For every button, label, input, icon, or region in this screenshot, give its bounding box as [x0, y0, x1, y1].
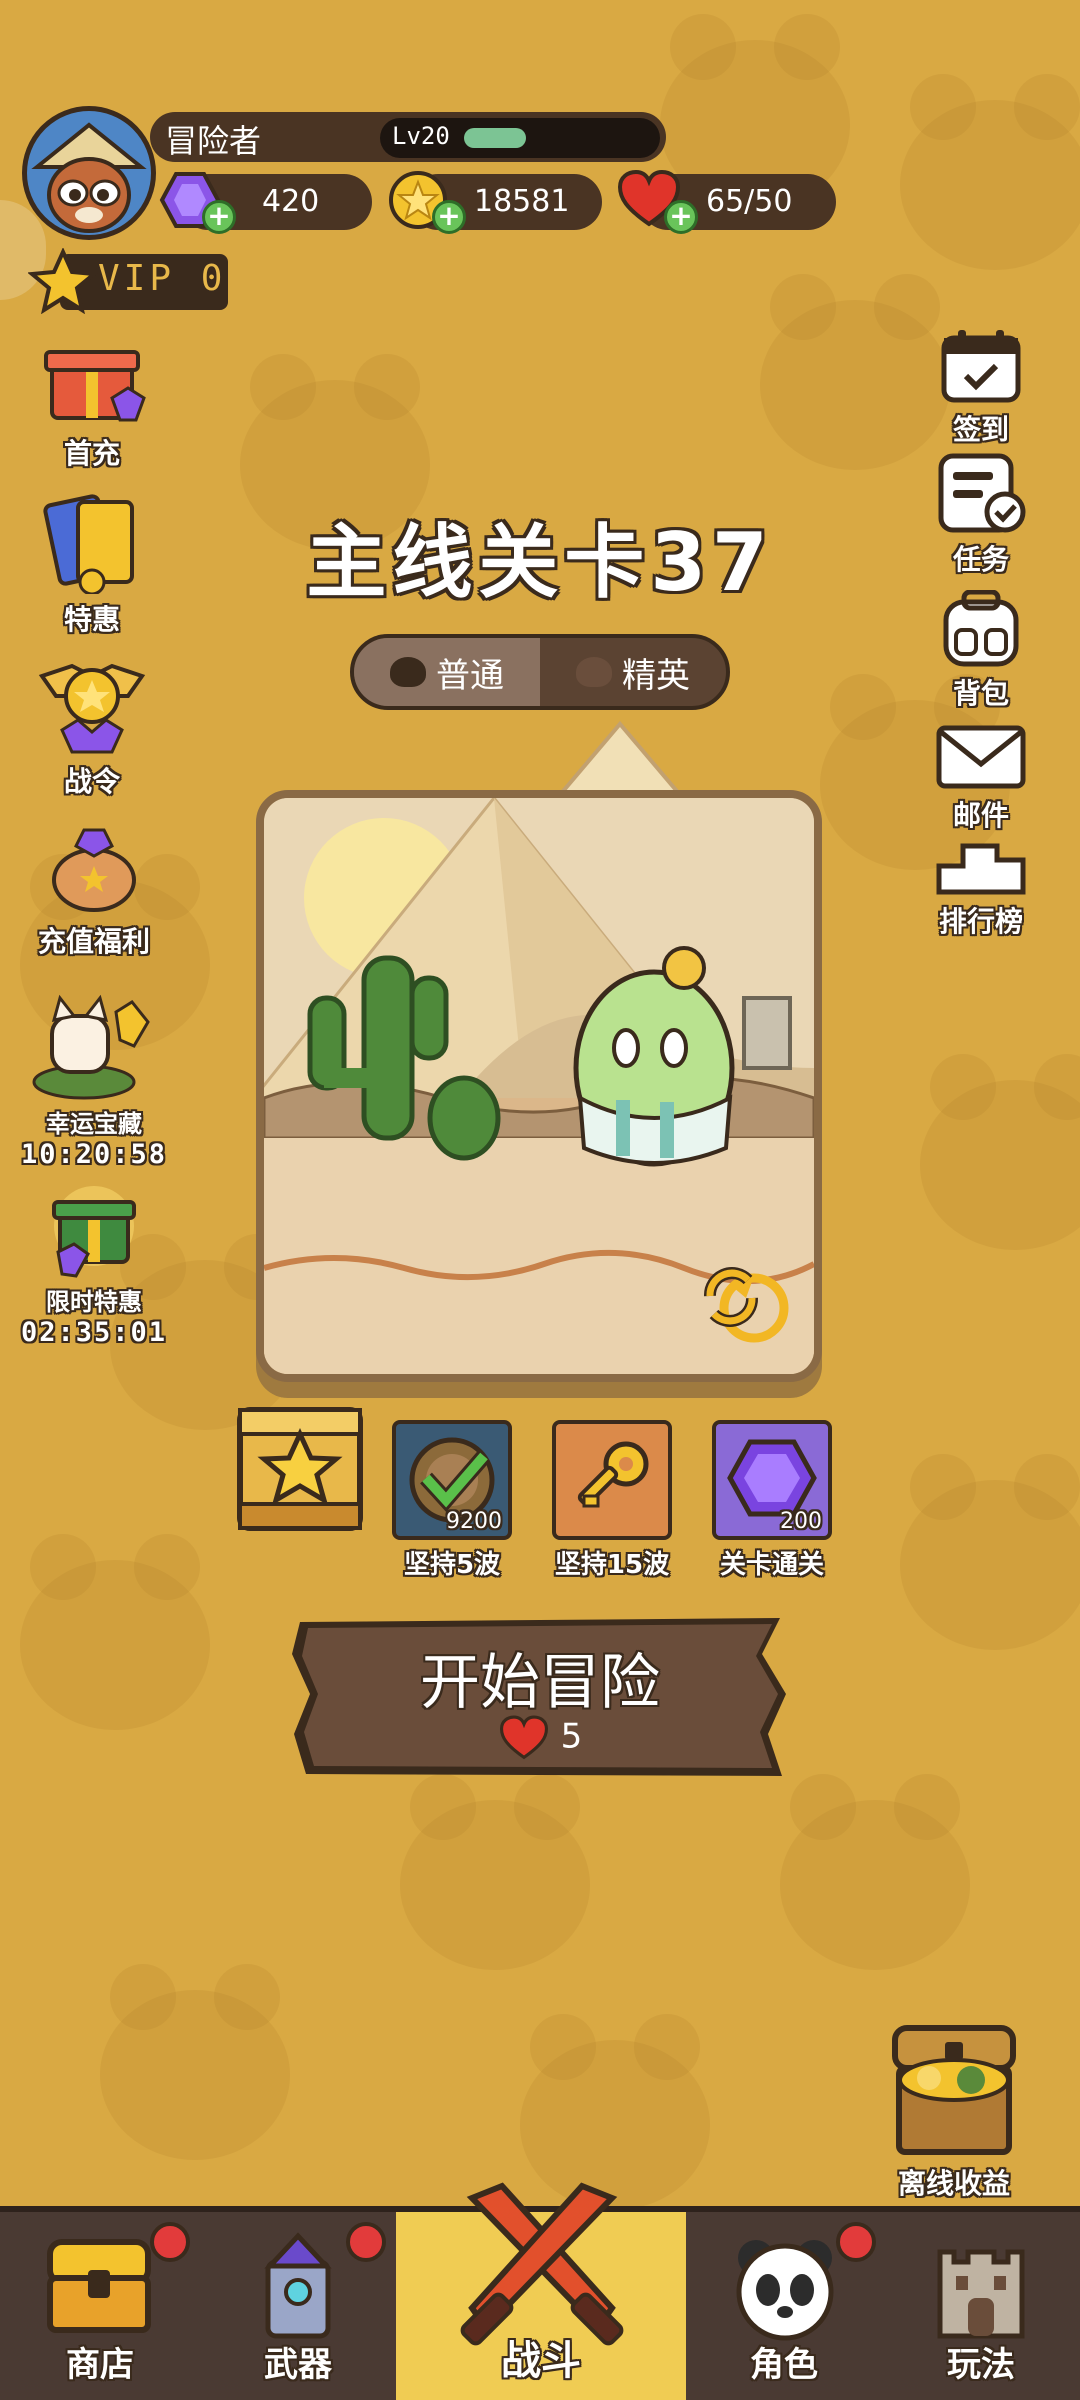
- gem-amount: 420: [262, 184, 320, 219]
- reward-clear-count: 200: [780, 1509, 822, 1534]
- treasure-chest-icon: [892, 2025, 1016, 2155]
- mode-normal-label: 普通: [436, 655, 504, 696]
- first-recharge-label: 首充: [63, 437, 120, 470]
- nav-shop-label: 商店: [66, 2345, 134, 2385]
- lucky-cat-icon: [32, 994, 150, 1100]
- panda-icon: [736, 2240, 834, 2341]
- nav-gameplay[interactable]: 玩法: [882, 2212, 1080, 2400]
- reward-wave15-box[interactable]: [552, 1420, 672, 1540]
- nav-shop[interactable]: 商店: [0, 2212, 200, 2400]
- coin-plus-icon[interactable]: +: [432, 200, 466, 234]
- checkin-button[interactable]: 签到: [916, 328, 1046, 448]
- golden-key-icon: [577, 1441, 649, 1508]
- gem-plus-icon[interactable]: +: [202, 200, 236, 234]
- refresh-icon: [704, 1267, 758, 1327]
- recharge-bonus-button[interactable]: 充值福利: [12, 826, 176, 960]
- start-cost: 5: [292, 1714, 788, 1762]
- offline-earnings-label: 离线收益: [897, 2167, 1010, 2200]
- limited-offer-label: 限时特惠: [46, 1288, 142, 1316]
- mail-icon: [936, 725, 1026, 789]
- nav-character-label: 角色: [750, 2345, 818, 2385]
- limited-gift-icon: [52, 1186, 136, 1278]
- lucky-treasure-timer: 10:20:58: [20, 1139, 168, 1170]
- xp-progress-fill: [464, 128, 526, 148]
- nav-weapons-label: 武器: [264, 2345, 332, 2385]
- player-avatar[interactable]: [22, 106, 156, 240]
- cat-adventurer-icon: [31, 122, 147, 233]
- nav-character[interactable]: 角色: [686, 2212, 882, 2400]
- limited-offer-button[interactable]: 限时特惠 02:35:01: [12, 1182, 176, 1348]
- stage-title: 主线关卡37: [306, 516, 774, 609]
- piggy-bank-icon: [52, 828, 136, 912]
- refresh-stage-button[interactable]: [696, 1262, 766, 1332]
- calendar-icon: [941, 330, 1021, 403]
- cat-face-icon: [390, 657, 426, 687]
- battle-pass-icon: [38, 663, 146, 754]
- mail-label: 邮件: [952, 799, 1009, 832]
- weapon-tower-icon: [264, 2232, 332, 2339]
- crossed-swords-icon: [460, 2182, 624, 2346]
- reward-wave15-label: 坚持15波: [554, 1550, 670, 1580]
- reward-clear-box[interactable]: 200: [712, 1420, 832, 1540]
- nav-weapons[interactable]: 武器: [200, 2212, 396, 2400]
- gift-box-icon: [44, 350, 146, 422]
- castle-tower-icon: [937, 2249, 1025, 2339]
- bottom-navigation: 商店 武器 战斗 角色 玩法: [0, 2182, 1080, 2400]
- lucky-treasure-label: 幸运宝藏: [46, 1110, 142, 1138]
- reward-wave5-box[interactable]: 9200: [392, 1420, 512, 1540]
- mail-button[interactable]: 邮件: [916, 724, 1046, 834]
- nav-battle-label: 战斗: [501, 2338, 581, 2384]
- first-recharge-button[interactable]: 首充: [22, 328, 162, 472]
- heart-amount: 65/50: [706, 184, 793, 219]
- recharge-bonus-label: 充值福利: [37, 925, 150, 958]
- reward-clear-label: 关卡通关: [719, 1550, 824, 1580]
- battle-pass-label: 战令: [63, 765, 120, 798]
- vip-crown-icon: [28, 248, 98, 314]
- nav-gameplay-label: 玩法: [947, 2345, 1015, 2385]
- battle-pass-button[interactable]: 战令: [22, 656, 162, 800]
- leaderboard-button[interactable]: 排行榜: [906, 836, 1056, 940]
- shop-chest-icon: [47, 2239, 151, 2333]
- nav-battle[interactable]: 战斗: [396, 2182, 686, 2400]
- reward-wave5-label: 坚持5波: [403, 1550, 501, 1580]
- checkin-label: 签到: [952, 413, 1009, 446]
- start-cost-value: 5: [560, 1716, 583, 1757]
- vip-level: VIP 0: [98, 258, 227, 299]
- lucky-treasure-button[interactable]: 幸运宝藏 10:20:58: [12, 992, 176, 1170]
- backpack-label: 背包: [952, 677, 1009, 710]
- star-chest-button[interactable]: [236, 1404, 364, 1534]
- leaderboard-label: 排行榜: [938, 905, 1023, 938]
- start-adventure-button[interactable]: 开始冒险 5: [292, 1614, 788, 1780]
- podium-icon: [936, 843, 1026, 895]
- mode-elite-tab[interactable]: 精英: [540, 638, 726, 706]
- devil-cat-icon: [576, 657, 612, 687]
- player-name: 冒险者: [165, 122, 262, 160]
- heart-icon: [499, 1715, 548, 1760]
- mode-elite-label: 精英: [622, 655, 690, 696]
- star-chest-icon: [237, 1407, 363, 1531]
- character-notification-dot: [836, 2222, 876, 2262]
- start-adventure-label: 开始冒险: [420, 1648, 660, 1718]
- player-level: Lv20: [392, 122, 450, 150]
- limited-offer-timer: 02:35:01: [20, 1317, 168, 1348]
- difficulty-toggle: 普通 精英: [350, 634, 730, 710]
- shop-notification-dot: [150, 2222, 190, 2262]
- reward-wave5-count: 9200: [446, 1509, 502, 1534]
- mode-normal-tab[interactable]: 普通: [354, 638, 540, 706]
- weapons-notification-dot: [346, 2222, 386, 2262]
- offline-earnings-button[interactable]: 离线收益: [874, 2022, 1034, 2202]
- coin-amount: 18581: [474, 184, 570, 219]
- heart-plus-icon[interactable]: +: [664, 200, 698, 234]
